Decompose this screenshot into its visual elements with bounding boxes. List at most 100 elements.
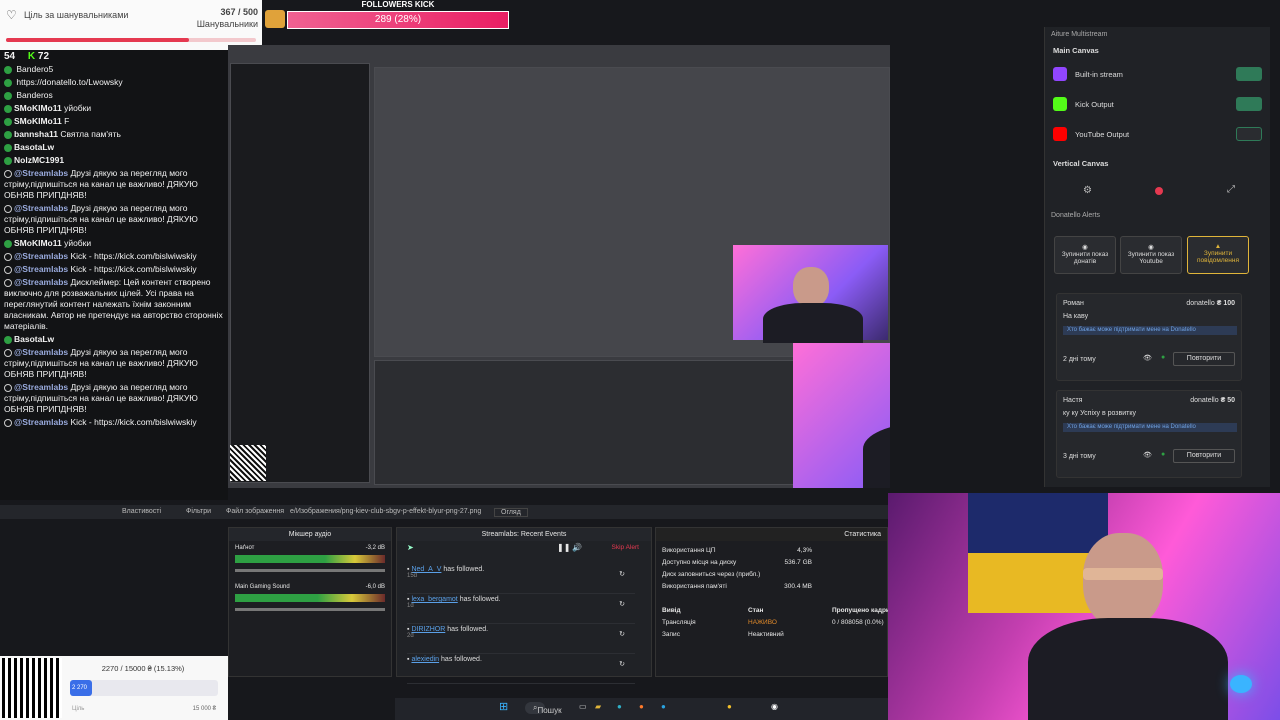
chat-username: NolzMC1991 [14, 155, 65, 165]
chat-message: @Streamlabs Kick - https://kick.com/bisl… [0, 263, 228, 276]
event-user[interactable]: DIRIZHOR [411, 626, 445, 633]
taskbar-app-icon[interactable]: ▭ [579, 702, 587, 711]
chat-message-list: Bandero5 https://donatello.to/Lwowsky Ba… [0, 63, 228, 429]
badge-icon [4, 78, 12, 87]
output-toggle[interactable] [1236, 67, 1262, 81]
send-icon[interactable]: ➤ [407, 543, 414, 552]
obs-preview[interactable] [228, 45, 890, 488]
edge-icon[interactable]: ● [617, 702, 622, 711]
replay-button[interactable]: Повторити [1173, 352, 1235, 366]
event-user[interactable]: lexa_bergamot [411, 596, 457, 603]
goal-sub: Шанувальники [196, 19, 258, 29]
folder-icon[interactable]: ▰ [595, 702, 601, 711]
event-text: has followed. [441, 656, 482, 663]
stop-donations-button[interactable]: ◉ Зупинити показ донатів [1054, 236, 1116, 274]
record-dot-icon[interactable] [1155, 187, 1163, 195]
chat-username: @Streamlabs [14, 347, 69, 357]
chat-message: @Streamlabs Дисклеймер: Цей контент ство… [0, 276, 228, 333]
event-text: has followed. [459, 596, 501, 603]
main-canvas-label: Main Canvas [1053, 46, 1099, 55]
chat-text: Kick - https://kick.com/bislwiwskiy [70, 417, 197, 427]
donation-link[interactable]: Хто бажає може підтримати мене на Donate… [1063, 326, 1237, 335]
replay-icon[interactable]: ↻ [619, 660, 625, 668]
link-icon[interactable]: ⤢ [1227, 184, 1235, 195]
kick-followers-value: 289 (28%) [287, 11, 509, 29]
firefox-icon[interactable]: ● [639, 702, 644, 711]
audio-mixer: Мікшер аудіо Наґнот -3,2 dB Main Gaming S… [228, 527, 392, 677]
badge-icon [4, 252, 12, 261]
donatello-title: Donatello Alerts [1051, 212, 1101, 219]
chat-username: @Streamlabs [14, 251, 69, 261]
filters-button[interactable]: Фільтри [186, 508, 211, 515]
multistream-title: Aiture Multistream [1051, 31, 1108, 38]
stat-row: Використання ЦП 4,3% [662, 547, 812, 554]
stats-dock: Статистика Використання ЦП 4,3% Доступно м… [655, 527, 890, 677]
badge-icon [4, 204, 12, 213]
output-toggle[interactable] [1236, 97, 1262, 111]
output-youtube[interactable]: YouTube Output [1045, 119, 1270, 149]
replay-icon[interactable]: ↻ [619, 630, 625, 638]
stop-youtube-button[interactable]: ◉ Зупинити показ Youtube [1120, 236, 1182, 274]
obs-icon[interactable]: ◉ [771, 702, 778, 711]
stop-messages-button[interactable]: ▲ Зупинити повідомлення [1187, 236, 1249, 274]
stat-row: Диск заповниться через (прибл.) [662, 571, 761, 578]
output-twitch[interactable]: Built-in stream [1045, 59, 1270, 89]
badge-icon [4, 156, 12, 165]
skip-alert-button[interactable]: Skip Alert [612, 544, 639, 551]
goal-count: 367 / 500 [220, 7, 258, 17]
badge-icon [4, 383, 12, 392]
chat-panel: 54 K 72 Bandero5 https://donatello.to/Lw… [0, 50, 228, 500]
events-title: Streamlabs: Recent Events [397, 528, 651, 541]
badge-icon [4, 278, 12, 287]
replay-icon[interactable]: ↻ [619, 570, 625, 578]
chat-count-1: 54 [4, 51, 16, 62]
volume-slider-2[interactable] [235, 608, 385, 611]
volume-slider-1[interactable] [235, 569, 385, 572]
chat-text: F [64, 116, 70, 126]
audio-meter-1 [235, 555, 385, 563]
vertical-canvas-label: Vertical Canvas [1053, 159, 1109, 168]
output-toggle[interactable] [1236, 127, 1262, 141]
chrome-icon[interactable]: ● [727, 702, 732, 711]
chat-message: @Streamlabs Kick - https://kick.com/bisl… [0, 416, 228, 429]
chat-message: https://donatello.to/Lwowsky [0, 76, 228, 89]
chat-message: @Streamlabs Kick - https://kick.com/bisl… [0, 250, 228, 263]
gear-icon[interactable]: ⚙ [1083, 185, 1092, 196]
badge-icon [4, 239, 12, 248]
donation-goal-bar: 2 270 [70, 680, 218, 696]
webcam-main [888, 493, 1280, 720]
chat-text: уйобки [64, 238, 92, 248]
pause-icon[interactable]: ❚❚ [557, 543, 570, 552]
kick-followers-bar: FOLLOWERS KICK 289 (28%) [287, 0, 509, 30]
chat-message: @Streamlabs Друзі дякую за перегляд мого… [0, 202, 228, 237]
goal-label: Ціль за шанувальниками [24, 10, 129, 20]
windows-taskbar: ⊞ ⌕ Пошук ▭ ▰ ● ● ● ● ◉ [395, 698, 888, 720]
mute-icon[interactable]: 🔊 [572, 543, 582, 552]
check-icon: ● [1161, 354, 1166, 361]
chat-text: Banderos [16, 90, 53, 100]
replay-icon[interactable]: ↻ [619, 600, 625, 608]
image-path: e/Изображения/png-kiev-club-sbgv-p-effek… [290, 508, 482, 515]
eye-icon[interactable]: 👁 [1143, 354, 1152, 362]
event-user[interactable]: alexiedin [411, 656, 439, 663]
replay-button[interactable]: Повторити [1173, 449, 1235, 463]
nested-chat-preview [230, 63, 370, 483]
image-file-label: Файл зображення [226, 508, 285, 515]
telegram-icon[interactable]: ● [661, 702, 666, 711]
donation-link[interactable]: Хто бажає може підтримати мене на Donate… [1063, 423, 1237, 432]
event-user[interactable]: Ned_A_V [411, 566, 441, 573]
output-kick[interactable]: Kick Output [1045, 89, 1270, 119]
browse-button[interactable]: Огляд [494, 508, 528, 517]
badge-icon [4, 265, 12, 274]
badge-icon [4, 143, 12, 152]
chat-username: BasotaLw [14, 334, 55, 344]
chat-username: @Streamlabs [14, 203, 69, 213]
chat-message: SMoKIMo11 уйобки [0, 102, 228, 115]
event-text: has followed. [443, 566, 485, 573]
taskbar-search[interactable]: ⌕ Пошук [525, 702, 562, 715]
properties-button[interactable]: Властивості [122, 508, 161, 515]
event-row: ▪ Ned_A_V has followed. 15d ↻ [407, 566, 635, 594]
windows-start-icon[interactable]: ⊞ [499, 700, 508, 713]
twitch-icon [1053, 67, 1067, 81]
eye-icon[interactable]: 👁 [1143, 451, 1152, 459]
